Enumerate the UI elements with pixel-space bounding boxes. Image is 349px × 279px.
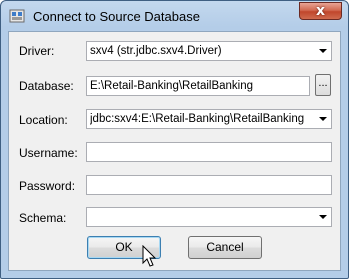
dialog-body: Driver: sxv4 (str.jdbc.sxv4.Driver) Data… <box>8 31 341 271</box>
database-value: E:\Retail-Banking\RetailBanking <box>90 80 254 92</box>
browse-database-button[interactable]: ... <box>315 74 331 96</box>
location-value: jdbc:sxv4:E:\Retail-Banking\RetailBankin… <box>90 113 305 125</box>
close-button[interactable]: x <box>299 2 342 20</box>
driver-label: Driver: <box>19 44 55 58</box>
password-label: Password: <box>19 179 76 193</box>
cancel-button[interactable]: Cancel <box>188 236 262 259</box>
dialog-window: Connect to Source Database x Driver: sxv… <box>0 0 349 279</box>
close-icon: x <box>315 3 326 19</box>
location-label: Location: <box>19 113 68 127</box>
database-field[interactable]: E:\Retail-Banking\RetailBanking <box>86 76 310 96</box>
chevron-down-icon[interactable] <box>316 111 330 127</box>
username-label: Username: <box>19 146 78 160</box>
chevron-down-icon[interactable] <box>316 209 330 225</box>
username-field[interactable] <box>86 142 332 162</box>
password-field[interactable] <box>86 175 332 195</box>
schema-dropdown[interactable] <box>86 207 332 227</box>
title-bar[interactable]: Connect to Source Database x <box>1 1 348 31</box>
driver-value: sxv4 (str.jdbc.sxv4.Driver) <box>90 45 222 57</box>
mouse-pointer-icon <box>142 245 157 267</box>
chevron-down-icon[interactable] <box>316 43 330 59</box>
window-title: Connect to Source Database <box>33 9 200 24</box>
database-connect-icon <box>9 9 25 23</box>
driver-dropdown[interactable]: sxv4 (str.jdbc.sxv4.Driver) <box>86 41 332 61</box>
database-label: Database: <box>19 79 74 93</box>
location-dropdown[interactable]: jdbc:sxv4:E:\Retail-Banking\RetailBankin… <box>86 109 332 129</box>
schema-label: Schema: <box>19 211 67 225</box>
